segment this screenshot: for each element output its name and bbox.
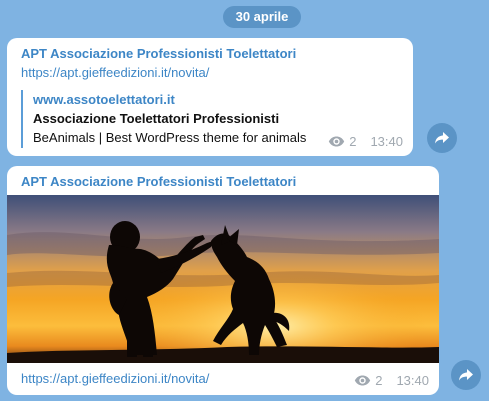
preview-description: BeAnimals | Best WordPress theme for ani… bbox=[33, 130, 307, 145]
bubble-tail bbox=[1, 383, 15, 395]
preview-title: Associazione Toelettatori Professionisti bbox=[33, 111, 280, 126]
channel-name[interactable]: APT Associazione Professionisti Toeletta… bbox=[21, 46, 296, 61]
channel-name[interactable]: APT Associazione Professionisti Toeletta… bbox=[21, 174, 296, 189]
message-time: 13:40 bbox=[370, 134, 403, 149]
message-time: 13:40 bbox=[396, 373, 429, 388]
views-count: 2 bbox=[375, 373, 383, 388]
message-meta: 2 13:40 bbox=[328, 134, 403, 149]
message-feed: 30 aprile APT Associazione Professionist… bbox=[0, 0, 489, 401]
share-button[interactable] bbox=[451, 360, 481, 390]
message-meta: 2 13:40 bbox=[354, 373, 429, 388]
share-button[interactable] bbox=[427, 123, 457, 153]
date-badge: 30 aprile bbox=[223, 6, 301, 28]
post-photo[interactable] bbox=[7, 195, 439, 363]
views-count: 2 bbox=[349, 134, 357, 149]
message-bubble: APT Associazione Professionisti Toeletta… bbox=[1, 38, 413, 156]
bubble-tail bbox=[1, 144, 15, 156]
message-bubble: APT Associazione Professionisti Toeletta… bbox=[1, 166, 439, 395]
link-preview[interactable]: www.assotoelettatori.it Associazione Toe… bbox=[21, 90, 341, 148]
preview-site: www.assotoelettatori.it bbox=[33, 92, 175, 107]
message-link[interactable]: https://apt.gieffeedizioni.it/novita/ bbox=[21, 65, 209, 80]
views-eye-icon bbox=[355, 375, 371, 386]
share-arrow-icon bbox=[435, 132, 449, 144]
views-eye-icon bbox=[329, 136, 345, 147]
share-arrow-icon bbox=[459, 369, 473, 381]
message-link[interactable]: https://apt.gieffeedizioni.it/novita/ bbox=[21, 371, 209, 386]
